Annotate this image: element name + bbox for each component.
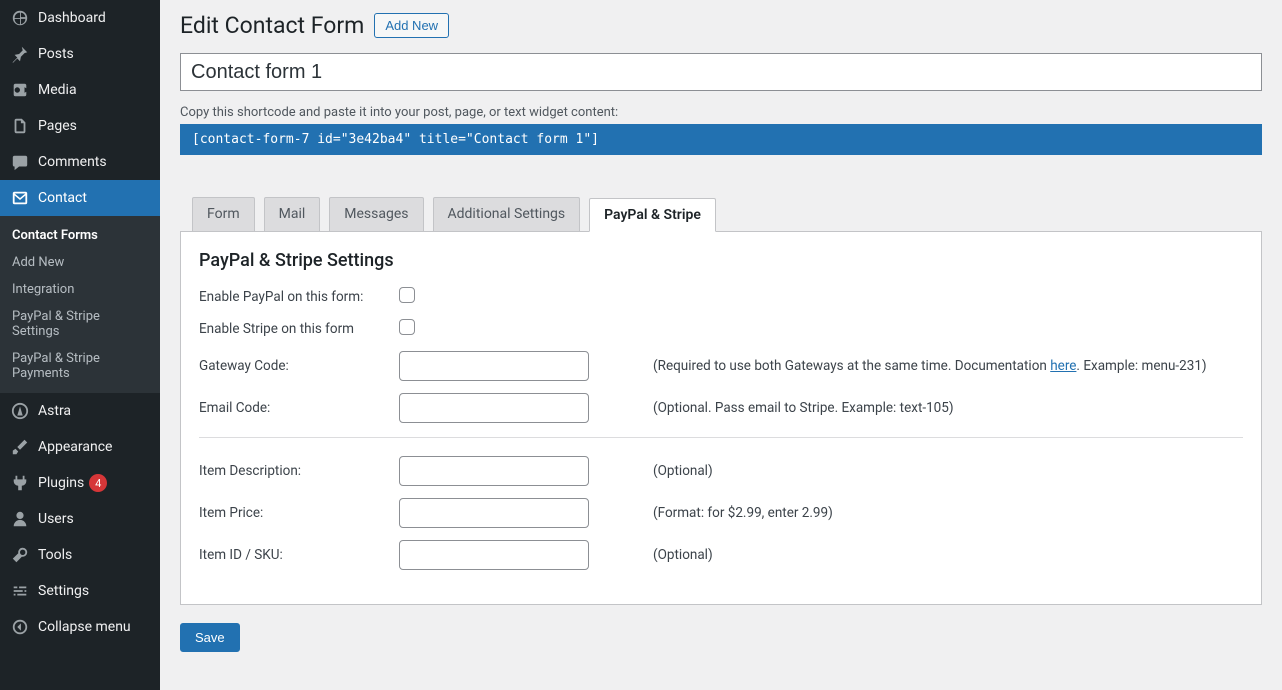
wrench-icon	[10, 545, 30, 565]
menu-dashboard[interactable]: Dashboard	[0, 0, 160, 36]
pages-icon	[10, 116, 30, 136]
menu-label: Pages	[38, 118, 77, 134]
menu-posts[interactable]: Posts	[0, 36, 160, 72]
menu-contact[interactable]: Contact	[0, 180, 160, 216]
menu-label: Tools	[38, 547, 72, 563]
pin-icon	[10, 44, 30, 64]
menu-plugins[interactable]: Plugins 4	[0, 465, 160, 501]
email-code-note: (Optional. Pass email to Stripe. Example…	[653, 400, 954, 416]
item-price-input[interactable]	[399, 498, 589, 528]
shortcode-hint: Copy this shortcode and paste it into yo…	[180, 105, 1262, 120]
menu-media[interactable]: Media	[0, 72, 160, 108]
menu-label: Posts	[38, 46, 74, 62]
email-code-input[interactable]	[399, 393, 589, 423]
note-text: (Required to use both Gateways at the sa…	[653, 358, 1050, 374]
gateway-code-input[interactable]	[399, 351, 589, 381]
menu-label: Settings	[38, 583, 89, 599]
save-button[interactable]: Save	[180, 623, 240, 652]
dashboard-icon	[10, 8, 30, 28]
user-icon	[10, 509, 30, 529]
menu-astra[interactable]: Astra	[0, 393, 160, 429]
gateway-code-note: (Required to use both Gateways at the sa…	[653, 358, 1207, 374]
submenu-integration[interactable]: Integration	[0, 276, 160, 303]
tab-paypal-stripe[interactable]: PayPal & Stripe	[589, 198, 716, 232]
brush-icon	[10, 437, 30, 457]
collapse-icon	[10, 617, 30, 637]
menu-label: Plugins	[38, 475, 84, 491]
menu-label: Collapse menu	[38, 619, 131, 635]
item-price-label: Item Price:	[199, 505, 399, 521]
menu-pages[interactable]: Pages	[0, 108, 160, 144]
sliders-icon	[10, 581, 30, 601]
media-icon	[10, 80, 30, 100]
item-description-note: (Optional)	[653, 463, 713, 479]
menu-appearance[interactable]: Appearance	[0, 429, 160, 465]
menu-label: Contact	[38, 190, 87, 206]
menu-users[interactable]: Users	[0, 501, 160, 537]
note-text: . Example: menu-231)	[1076, 358, 1206, 374]
menu-label: Appearance	[38, 439, 112, 455]
comment-icon	[10, 152, 30, 172]
item-description-input[interactable]	[399, 456, 589, 486]
enable-stripe-label: Enable Stripe on this form	[199, 321, 399, 337]
menu-label: Astra	[38, 403, 71, 419]
main-content: Edit Contact Form Add New Copy this shor…	[160, 0, 1282, 690]
email-code-label: Email Code:	[199, 400, 399, 416]
submenu-contact: Contact Forms Add New Integration PayPal…	[0, 216, 160, 393]
divider	[199, 437, 1243, 438]
tab-bar: Form Mail Messages Additional Settings P…	[180, 197, 1262, 231]
add-new-button[interactable]: Add New	[374, 13, 449, 38]
mail-icon	[10, 188, 30, 208]
item-sku-note: (Optional)	[653, 547, 713, 563]
menu-label: Media	[38, 82, 77, 98]
tab-mail[interactable]: Mail	[264, 197, 321, 231]
gateway-code-label: Gateway Code:	[199, 358, 399, 374]
admin-sidebar: Dashboard Posts Media Pages Comments Con…	[0, 0, 160, 690]
page-title: Edit Contact Form	[180, 12, 364, 39]
menu-label: Users	[38, 511, 74, 527]
tab-messages[interactable]: Messages	[329, 197, 423, 231]
item-price-note: (Format: for $2.99, enter 2.99)	[653, 505, 833, 521]
item-description-label: Item Description:	[199, 463, 399, 479]
shortcode-display[interactable]: [contact-form-7 id="3e42ba4" title="Cont…	[180, 124, 1262, 155]
menu-collapse[interactable]: Collapse menu	[0, 609, 160, 645]
menu-tools[interactable]: Tools	[0, 537, 160, 573]
menu-settings[interactable]: Settings	[0, 573, 160, 609]
page-header: Edit Contact Form Add New	[180, 0, 1262, 53]
menu-label: Dashboard	[38, 10, 106, 26]
submenu-contact-forms[interactable]: Contact Forms	[0, 222, 160, 249]
menu-label: Comments	[38, 154, 107, 170]
submenu-paypal-stripe-payments[interactable]: PayPal & Stripe Payments	[0, 345, 160, 387]
plugin-update-badge: 4	[89, 474, 107, 492]
enable-paypal-checkbox[interactable]	[399, 287, 415, 303]
tab-form[interactable]: Form	[192, 197, 255, 231]
plugin-icon	[10, 473, 30, 493]
submenu-add-new[interactable]: Add New	[0, 249, 160, 276]
item-sku-input[interactable]	[399, 540, 589, 570]
enable-paypal-label: Enable PayPal on this form:	[199, 289, 399, 305]
astra-icon	[10, 401, 30, 421]
enable-stripe-checkbox[interactable]	[399, 319, 415, 335]
item-sku-label: Item ID / SKU:	[199, 547, 399, 563]
documentation-link[interactable]: here	[1050, 358, 1076, 374]
form-title-input[interactable]	[180, 53, 1262, 91]
settings-panel: PayPal & Stripe Settings Enable PayPal o…	[180, 231, 1262, 605]
tab-additional-settings[interactable]: Additional Settings	[433, 197, 581, 231]
submenu-paypal-stripe-settings[interactable]: PayPal & Stripe Settings	[0, 303, 160, 345]
menu-comments[interactable]: Comments	[0, 144, 160, 180]
panel-heading: PayPal & Stripe Settings	[199, 250, 1243, 271]
